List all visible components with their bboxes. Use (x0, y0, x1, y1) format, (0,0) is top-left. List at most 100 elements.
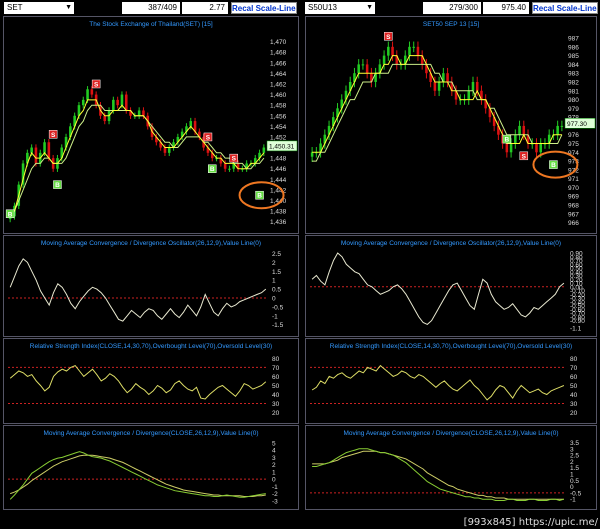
left-candle (167, 147, 171, 153)
right-macd-panel[interactable]: Moving Average Convergence / Divergence(… (305, 425, 597, 510)
right-symbol-select[interactable]: S50U13 ▼ (305, 2, 375, 14)
chevron-down-icon: ▼ (366, 4, 373, 11)
R-price-svg: SET50 SEP 13 [15]98798698598498398298198… (310, 21, 596, 227)
left-buy-signal: B (5, 209, 15, 218)
right-rsi-panel[interactable]: Relative Strength Index(CLOSE,14,30,70),… (305, 338, 597, 424)
right-price-tick-label: 981 (568, 88, 579, 95)
L-osc-svg: Moving Average Convergence / Divergence … (8, 240, 284, 329)
right-candle (361, 64, 365, 66)
left-price-tick-label: 1,466 (270, 60, 287, 67)
left-price-tick-label: 1,464 (270, 71, 287, 78)
signal-label: S (232, 156, 237, 163)
left-ma-slow-line (10, 104, 265, 212)
right-price-tick-label: 980 (568, 97, 579, 104)
signal-label: B (504, 137, 509, 144)
right-price-panel[interactable]: SET50 SEP 13 [15] 987 986 985 984 983 982 981 98… (305, 16, 597, 234)
right-price-tick-label: 986 (568, 44, 579, 51)
right-rsi-tick-label: 20 (570, 410, 578, 417)
left-price-tick-label: 1,468 (270, 50, 287, 57)
right-price-tick-label: 968 (568, 203, 579, 210)
right-ma-slow-line (312, 63, 563, 162)
left-macd-title: Moving Average Convergence / Divergence(… (43, 430, 258, 437)
signal-label: S (94, 81, 99, 88)
right-candle (471, 81, 475, 91)
right-candle (365, 64, 369, 74)
signal-label: B (55, 182, 60, 189)
right-macd-title: Moving Average Convergence / Divergence(… (343, 430, 558, 437)
left-macd-tick-label: -1 (272, 484, 278, 491)
left-candle (43, 142, 46, 153)
signal-label: S (522, 153, 527, 160)
left-count-field: 387/409 (122, 2, 180, 14)
left-symbol-select[interactable]: SET ▼ (4, 2, 74, 14)
R-macd-svg: Moving Average Convergence / Divergence(… (310, 430, 582, 504)
signal-label: B (551, 162, 556, 169)
left-candle (262, 147, 266, 153)
right-candle (387, 46, 390, 56)
L-macd-svg: Moving Average Convergence / Divergence(… (8, 430, 278, 505)
right-candle (310, 152, 314, 157)
left-rsi-tick-label: 80 (272, 356, 280, 363)
left-osc-tick-label: -0.5 (272, 304, 284, 311)
left-rsi-panel[interactable]: Relative Strength Index(CLOSE,14,30,70),… (3, 338, 299, 424)
left-macd-tick-label: 4 (272, 448, 276, 455)
left-macd-tick-label: -3 (272, 498, 278, 505)
left-price-tick-label: 1,462 (270, 81, 287, 88)
left-osc-title: Moving Average Convergence / Divergence … (41, 240, 261, 247)
left-candle (120, 94, 124, 106)
right-macd-oscillator-panel[interactable]: Moving Average Convergence / Divergence … (305, 235, 597, 337)
right-osc-title: Moving Average Convergence / Divergence … (341, 240, 561, 247)
right-rsi-tick-label: 40 (570, 392, 578, 399)
left-symbol-value: SET (7, 3, 23, 12)
left-osc-tick-label: 1.5 (272, 269, 281, 276)
right-sell-signal: S (519, 151, 529, 160)
R-rsi-svg: Relative Strength Index(CLOSE,14,30,70),… (310, 343, 578, 417)
L-rsi-svg: Relative Strength Index(CLOSE,14,30,70),… (8, 343, 280, 417)
left-buy-signal: B (255, 190, 264, 200)
left-candle (223, 163, 227, 169)
right-candle (391, 46, 394, 56)
left-rsi-tick-label: 70 (272, 365, 280, 372)
left-price-title: The Stock Exchange of Thailand(SET) [15] (89, 21, 213, 28)
left-macd-tick-label: -2 (272, 491, 278, 498)
left-macd-signal-line (10, 454, 266, 497)
left-buy-signal: B (53, 180, 62, 189)
left-sell-signal: S (91, 79, 101, 88)
left-candle (142, 110, 145, 116)
right-toolbar: S50U13 ▼ 279/300 975.40 Recal Scale-Line… (303, 0, 600, 16)
right-candle (522, 125, 526, 135)
left-price-tick-label: 1,438 (270, 209, 287, 216)
right-recal-scale-button[interactable]: Recal Scale-Linear (532, 2, 598, 14)
left-rsi-tick-label: 20 (272, 410, 280, 417)
right-symbol-value: S50U13 (308, 3, 337, 12)
left-candle (34, 147, 38, 164)
right-osc-tick-label: -1.1 (570, 326, 582, 333)
right-osc-tick-label: -0.90 (570, 318, 585, 325)
right-candle (467, 90, 471, 100)
right-price-tick-label: 985 (568, 53, 579, 60)
left-osc-tick-label: -1.5 (272, 322, 284, 329)
right-price-tick-label: 987 (568, 36, 579, 43)
left-price-panel[interactable]: The Stock Exchange of Thailand(SET) [15]… (3, 16, 299, 234)
left-osc-line (9, 258, 267, 322)
left-rsi-tick-label: 50 (272, 383, 280, 390)
left-osc-tick-label: 1 (272, 278, 276, 285)
right-price-field: 975.40 (483, 2, 529, 14)
right-ma-fast-line (312, 55, 562, 153)
right-candle (446, 73, 449, 82)
right-rsi-tick-label: 50 (570, 383, 578, 390)
left-osc-tick-label: -1 (272, 313, 278, 320)
left-recal-scale-button[interactable]: Recal Scale-Linear (231, 2, 297, 14)
right-candle (514, 134, 517, 144)
right-price-tick-label: 975 (568, 141, 579, 148)
left-macd-oscillator-panel[interactable]: Moving Average Convergence / Divergence … (3, 235, 299, 337)
right-price-tick-label: 984 (568, 62, 579, 69)
left-macd-panel[interactable]: Moving Average Convergence / Divergence(… (3, 425, 299, 510)
right-price-tick-label: 969 (568, 194, 579, 201)
left-toolbar: SET ▼ 387/409 2.77 Recal Scale-Linear (0, 0, 299, 16)
left-candle (81, 99, 85, 106)
right-candle (382, 55, 386, 65)
right-price-tick-label: 967 (568, 211, 579, 218)
left-candle (228, 168, 231, 170)
L-price-svg: The Stock Exchange of Thailand(SET) [15]… (5, 21, 298, 226)
